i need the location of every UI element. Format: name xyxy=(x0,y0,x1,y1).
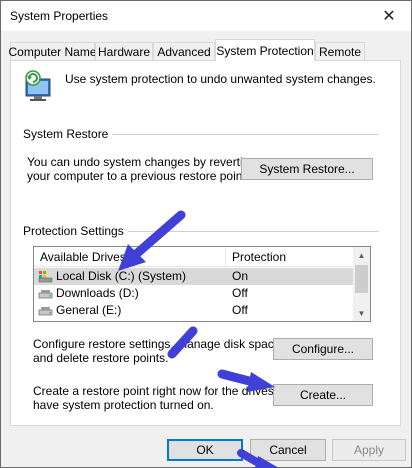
drives-list-header: Available Drives Protection xyxy=(34,247,354,267)
cancel-button[interactable]: Cancel xyxy=(250,439,326,461)
title-bar: System Properties ✕ xyxy=(1,1,411,31)
tab-remote[interactable]: Remote xyxy=(315,42,365,60)
configure-button[interactable]: Configure... xyxy=(273,338,373,360)
drives-list[interactable]: Available Drives Protection Local Disk (… xyxy=(33,246,371,322)
scroll-down-icon[interactable]: ▼ xyxy=(353,305,370,321)
tab-advanced[interactable]: Advanced xyxy=(153,42,215,60)
tab-computer-name[interactable]: Computer Name xyxy=(8,42,97,60)
scroll-up-icon[interactable]: ▲ xyxy=(353,247,370,263)
system-restore-button[interactable]: System Restore... xyxy=(241,158,373,180)
configure-text-line2: and delete restore points. xyxy=(33,351,169,365)
ok-button[interactable]: OK xyxy=(167,439,243,461)
scrollbar-thumb[interactable] xyxy=(355,265,368,293)
close-icon: ✕ xyxy=(382,8,396,25)
drive-protection-status: Off xyxy=(232,286,248,300)
restore-description-line1: You can undo system changes by reverting xyxy=(27,155,257,169)
intro-text: Use system protection to undo unwanted s… xyxy=(65,72,376,86)
column-protection[interactable]: Protection xyxy=(232,250,286,264)
window-title: System Properties xyxy=(10,9,109,23)
drive-protection-status: On xyxy=(232,269,249,283)
configure-text-line1: Configure restore settings, manage disk … xyxy=(33,337,284,351)
drive-row-c[interactable]: Local Disk (C:) (System) On xyxy=(34,268,354,285)
system-drive-icon xyxy=(38,271,53,283)
protection-settings-label: Protection Settings xyxy=(23,224,128,238)
drive-row-d[interactable]: Downloads (D:) Off xyxy=(34,285,354,302)
create-text-line2: have system protection turned on. xyxy=(33,398,214,412)
tab-system-protection[interactable]: System Protection xyxy=(215,39,315,61)
drives-list-scrollbar[interactable]: ▲ ▼ xyxy=(353,247,370,321)
restore-description-line2: your computer to a previous restore poin… xyxy=(27,169,250,183)
drive-name: General (E:) xyxy=(56,303,122,317)
drive-row-e[interactable]: General (E:) Off xyxy=(34,302,354,319)
column-separator xyxy=(225,247,226,267)
column-available-drives[interactable]: Available Drives xyxy=(40,250,126,264)
drive-name: Downloads (D:) xyxy=(56,286,139,300)
create-button[interactable]: Create... xyxy=(273,384,373,406)
system-restore-label: System Restore xyxy=(23,127,113,141)
drive-icon xyxy=(38,307,53,316)
system-properties-window: System Properties ✕ Computer Name Hardwa… xyxy=(0,0,412,468)
system-protection-icon xyxy=(25,70,51,101)
drive-protection-status: Off xyxy=(232,303,248,317)
system-protection-panel: Use system protection to undo unwanted s… xyxy=(10,60,401,426)
drive-name: Local Disk (C:) (System) xyxy=(56,269,187,283)
tab-hardware[interactable]: Hardware xyxy=(95,42,153,60)
apply-button[interactable]: Apply xyxy=(332,439,406,461)
create-text-line1: Create a restore point right now for the… xyxy=(33,384,298,398)
close-button[interactable]: ✕ xyxy=(367,1,411,31)
drive-icon xyxy=(38,290,53,299)
